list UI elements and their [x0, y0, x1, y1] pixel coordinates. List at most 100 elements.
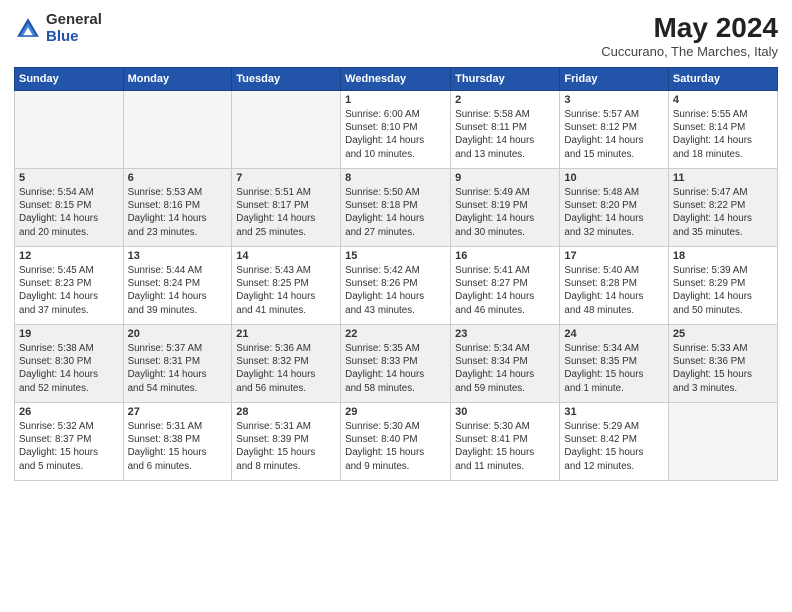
calendar-table: Sunday Monday Tuesday Wednesday Thursday… [14, 67, 778, 481]
day-info: Sunrise: 5:49 AM Sunset: 8:19 PM Dayligh… [455, 186, 555, 239]
day-info: Sunrise: 5:37 AM Sunset: 8:31 PM Dayligh… [128, 342, 228, 395]
day-number: 8 [345, 172, 446, 184]
table-row: 27Sunrise: 5:31 AM Sunset: 8:38 PM Dayli… [123, 403, 232, 481]
day-number: 20 [128, 328, 228, 340]
table-row: 21 Sunrise: 5:36 AM Sunset: 8:32 PM Dayli… [232, 325, 341, 403]
table-row: 5 Sunrise: 5:54 AM Sunset: 8:15 PM Daylig… [15, 169, 124, 247]
table-row: 17 Sunrise: 5:40 AM Sunset: 8:28 PM Dayli… [560, 247, 668, 325]
day-info: Sunrise: 5:38 AM Sunset: 8:30 PM Dayligh… [19, 342, 119, 395]
calendar-week-row: 1 Sunrise: 6:00 AM Sunset: 8:10 PM Daylig… [15, 91, 778, 169]
day-info: Sunrise: 5:31 AM Sunset: 8:39 PM Dayligh… [236, 420, 336, 473]
day-number: 24 [564, 328, 663, 340]
day-info: Sunrise: 5:35 AM Sunset: 8:33 PM Dayligh… [345, 342, 446, 395]
day-number: 19 [19, 328, 119, 340]
day-info: Sunrise: 5:42 AM Sunset: 8:26 PM Dayligh… [345, 264, 446, 317]
col-saturday: Saturday [668, 68, 777, 91]
table-row: 13 Sunrise: 5:44 AM Sunset: 8:24 PM Dayli… [123, 247, 232, 325]
day-info: Sunrise: 5:51 AM Sunset: 8:17 PM Dayligh… [236, 186, 336, 239]
col-thursday: Thursday [451, 68, 560, 91]
day-number: 1 [345, 94, 446, 106]
col-wednesday: Wednesday [341, 68, 451, 91]
col-sunday: Sunday [15, 68, 124, 91]
table-row: 14 Sunrise: 5:43 AM Sunset: 8:25 PM Dayli… [232, 247, 341, 325]
table-row: 26Sunrise: 5:32 AM Sunset: 8:37 PM Dayli… [15, 403, 124, 481]
table-row [668, 403, 777, 481]
table-row: 25Sunrise: 5:33 AM Sunset: 8:36 PM Dayli… [668, 325, 777, 403]
day-number: 21 [236, 328, 336, 340]
logo-blue-label: Blue [46, 29, 102, 46]
day-info: Sunrise: 5:30 AM Sunset: 8:40 PM Dayligh… [345, 420, 446, 473]
table-row: 1 Sunrise: 6:00 AM Sunset: 8:10 PM Daylig… [341, 91, 451, 169]
col-tuesday: Tuesday [232, 68, 341, 91]
table-row: 15 Sunrise: 5:42 AM Sunset: 8:26 PM Dayli… [341, 247, 451, 325]
day-number: 9 [455, 172, 555, 184]
table-row: 4 Sunrise: 5:55 AM Sunset: 8:14 PM Daylig… [668, 91, 777, 169]
day-number: 13 [128, 250, 228, 262]
table-row: 2 Sunrise: 5:58 AM Sunset: 8:11 PM Daylig… [451, 91, 560, 169]
table-row: 11 Sunrise: 5:47 AM Sunset: 8:22 PM Dayli… [668, 169, 777, 247]
day-number: 23 [455, 328, 555, 340]
day-info: Sunrise: 5:50 AM Sunset: 8:18 PM Dayligh… [345, 186, 446, 239]
day-info: Sunrise: 5:34 AM Sunset: 8:34 PM Dayligh… [455, 342, 555, 395]
day-number: 12 [19, 250, 119, 262]
day-number: 15 [345, 250, 446, 262]
logo-text: General Blue [46, 12, 102, 45]
table-row [123, 91, 232, 169]
col-friday: Friday [560, 68, 668, 91]
day-info: Sunrise: 5:57 AM Sunset: 8:12 PM Dayligh… [564, 108, 663, 161]
col-monday: Monday [123, 68, 232, 91]
day-info: Sunrise: 5:33 AM Sunset: 8:36 PM Dayligh… [673, 342, 773, 395]
table-row: 7 Sunrise: 5:51 AM Sunset: 8:17 PM Daylig… [232, 169, 341, 247]
table-row: 3Sunrise: 5:57 AM Sunset: 8:12 PM Daylig… [560, 91, 668, 169]
day-number: 28 [236, 406, 336, 418]
table-row: 18Sunrise: 5:39 AM Sunset: 8:29 PM Dayli… [668, 247, 777, 325]
day-number: 4 [673, 94, 773, 106]
day-number: 16 [455, 250, 555, 262]
day-number: 17 [564, 250, 663, 262]
calendar-header-row: Sunday Monday Tuesday Wednesday Thursday… [15, 68, 778, 91]
day-info: Sunrise: 5:43 AM Sunset: 8:25 PM Dayligh… [236, 264, 336, 317]
day-info: Sunrise: 5:58 AM Sunset: 8:11 PM Dayligh… [455, 108, 555, 161]
day-number: 11 [673, 172, 773, 184]
day-info: Sunrise: 5:53 AM Sunset: 8:16 PM Dayligh… [128, 186, 228, 239]
title-block: May 2024 Cuccurano, The Marches, Italy [601, 12, 778, 59]
day-number: 18 [673, 250, 773, 262]
day-info: Sunrise: 5:44 AM Sunset: 8:24 PM Dayligh… [128, 264, 228, 317]
header: General Blue May 2024 Cuccurano, The Mar… [14, 12, 778, 59]
day-number: 6 [128, 172, 228, 184]
day-info: Sunrise: 5:32 AM Sunset: 8:37 PM Dayligh… [19, 420, 119, 473]
day-number: 30 [455, 406, 555, 418]
table-row: 6 Sunrise: 5:53 AM Sunset: 8:16 PM Daylig… [123, 169, 232, 247]
day-info: Sunrise: 5:47 AM Sunset: 8:22 PM Dayligh… [673, 186, 773, 239]
day-info: Sunrise: 5:36 AM Sunset: 8:32 PM Dayligh… [236, 342, 336, 395]
table-row: 30Sunrise: 5:30 AM Sunset: 8:41 PM Dayli… [451, 403, 560, 481]
day-info: Sunrise: 5:34 AM Sunset: 8:35 PM Dayligh… [564, 342, 663, 395]
day-info: Sunrise: 5:55 AM Sunset: 8:14 PM Dayligh… [673, 108, 773, 161]
page: General Blue May 2024 Cuccurano, The Mar… [0, 0, 792, 612]
table-row [15, 91, 124, 169]
calendar-week-row: 12Sunrise: 5:45 AM Sunset: 8:23 PM Dayli… [15, 247, 778, 325]
day-number: 22 [345, 328, 446, 340]
day-number: 2 [455, 94, 555, 106]
calendar-week-row: 5 Sunrise: 5:54 AM Sunset: 8:15 PM Daylig… [15, 169, 778, 247]
day-info: Sunrise: 5:54 AM Sunset: 8:15 PM Dayligh… [19, 186, 119, 239]
table-row: 20 Sunrise: 5:37 AM Sunset: 8:31 PM Dayli… [123, 325, 232, 403]
table-row: 23 Sunrise: 5:34 AM Sunset: 8:34 PM Dayli… [451, 325, 560, 403]
day-info: Sunrise: 5:29 AM Sunset: 8:42 PM Dayligh… [564, 420, 663, 473]
main-title: May 2024 [601, 12, 778, 44]
day-number: 5 [19, 172, 119, 184]
table-row: 19 Sunrise: 5:38 AM Sunset: 8:30 PM Dayli… [15, 325, 124, 403]
calendar-week-row: 26Sunrise: 5:32 AM Sunset: 8:37 PM Dayli… [15, 403, 778, 481]
subtitle: Cuccurano, The Marches, Italy [601, 44, 778, 59]
day-info: Sunrise: 6:00 AM Sunset: 8:10 PM Dayligh… [345, 108, 446, 161]
day-info: Sunrise: 5:41 AM Sunset: 8:27 PM Dayligh… [455, 264, 555, 317]
day-number: 7 [236, 172, 336, 184]
day-info: Sunrise: 5:40 AM Sunset: 8:28 PM Dayligh… [564, 264, 663, 317]
logo-general-label: General [46, 12, 102, 29]
table-row: 10Sunrise: 5:48 AM Sunset: 8:20 PM Dayli… [560, 169, 668, 247]
table-row: 22 Sunrise: 5:35 AM Sunset: 8:33 PM Dayli… [341, 325, 451, 403]
day-number: 14 [236, 250, 336, 262]
day-number: 29 [345, 406, 446, 418]
table-row: 8 Sunrise: 5:50 AM Sunset: 8:18 PM Daylig… [341, 169, 451, 247]
table-row: 29 Sunrise: 5:30 AM Sunset: 8:40 PM Dayli… [341, 403, 451, 481]
